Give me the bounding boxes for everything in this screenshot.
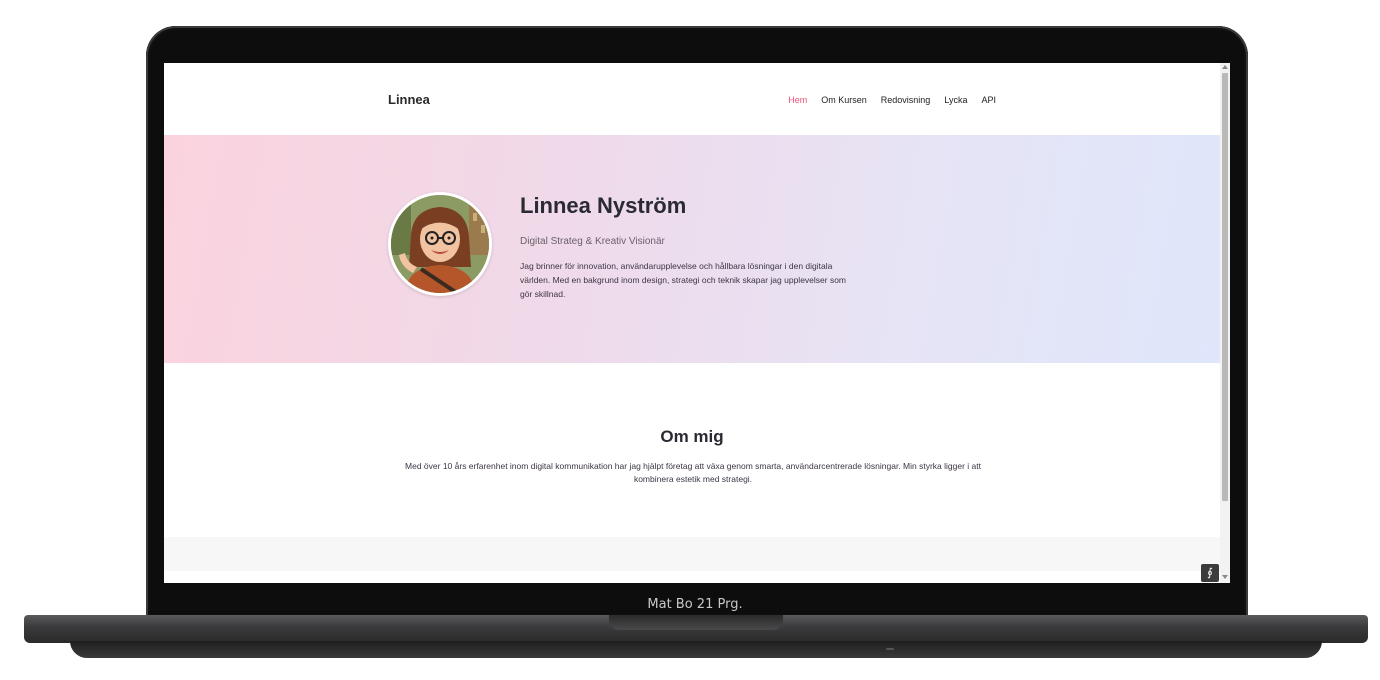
laptop-foot: [886, 648, 894, 650]
avatar-illustration-icon: [391, 195, 489, 293]
scroll-down-arrow-icon[interactable]: [1222, 575, 1228, 579]
scroll-up-arrow-icon[interactable]: [1222, 65, 1228, 69]
hero-name: Linnea Nyström: [520, 193, 687, 218]
laptop-notch: [609, 615, 783, 630]
nav-item-api[interactable]: API: [981, 95, 996, 105]
scroll-thumb[interactable]: [1222, 73, 1228, 501]
bezel-label: Mat Bo 21 Prg.: [647, 597, 743, 612]
next-section-band: [164, 537, 1220, 571]
nav-item-redovisning[interactable]: Redovisning: [881, 95, 931, 105]
nav-item-lycka[interactable]: Lycka: [944, 95, 967, 105]
site-brand[interactable]: Linnea: [388, 92, 430, 107]
about-title: Om mig: [660, 427, 724, 446]
hero-section: Linnea Nyström Digital Strateg & Kreativ…: [164, 135, 1220, 363]
page-scrollbar[interactable]: [1220, 63, 1230, 583]
extension-icon[interactable]: ∮: [1201, 564, 1219, 582]
laptop-base-bottom: [70, 641, 1322, 658]
nav-item-hem[interactable]: Hem: [788, 95, 807, 105]
browser-viewport: Linnea Hem Om Kursen Redovisning Lycka A…: [164, 63, 1230, 583]
hero-subtitle: Digital Strateg & Kreativ Visionär: [520, 236, 665, 247]
about-text: Med över 10 års erfarenhet inom digital …: [405, 461, 981, 484]
site-navbar: Linnea Hem Om Kursen Redovisning Lycka A…: [164, 63, 1220, 135]
hero-description: Jag brinner för innovation, användaruppl…: [520, 261, 847, 299]
nav-menu: Hem Om Kursen Redovisning Lycka API: [788, 95, 996, 105]
nav-item-om-kursen[interactable]: Om Kursen: [821, 95, 867, 105]
profile-avatar: [388, 192, 492, 296]
